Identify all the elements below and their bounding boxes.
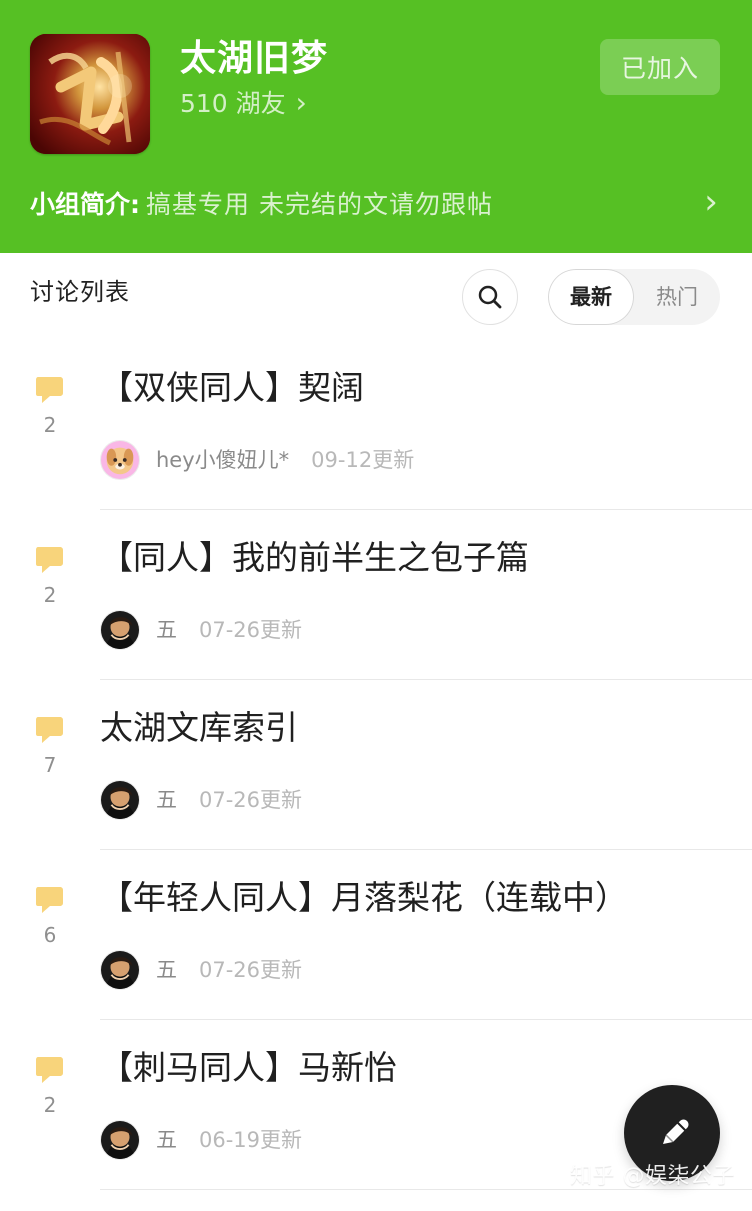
comment-icon [36, 717, 63, 743]
group-header: 太湖旧梦 510 湖友 › 已加入 小组简介: 搞基专用 未完结的文请勿跟帖 › [0, 0, 752, 253]
author-row: hey小傻妞儿* 09-12更新 [100, 440, 414, 480]
group-cover-artwork [30, 34, 150, 154]
sort-tab-hot[interactable]: 热门 [634, 269, 720, 325]
comment-count: 2 [43, 1093, 57, 1117]
author-name[interactable]: 五 [156, 619, 177, 641]
sort-segmented-control: 最新 热门 [548, 269, 720, 325]
author-row: 五 07-26更新 [100, 780, 302, 820]
person-avatar-icon [101, 611, 139, 649]
topic-item[interactable]: 2 【同人】我的前半生之包子篇 五 07-26更新 [0, 510, 752, 680]
joined-button[interactable]: 已加入 [600, 39, 720, 95]
member-count: 510 湖友 [180, 89, 286, 118]
updated-time: 07-26更新 [199, 787, 303, 812]
search-icon [478, 285, 502, 309]
intro-label: 小组简介: [30, 190, 140, 219]
group-intro-row[interactable]: 小组简介: 搞基专用 未完结的文请勿跟帖 › [30, 183, 722, 223]
topic-item[interactable]: 2 【双侠同人】契阔 hey小傻妞儿* 09-12更新 [0, 340, 752, 510]
comment-count: 2 [43, 583, 57, 607]
author-row: 五 07-26更新 [100, 950, 302, 990]
updated-time: 07-26更新 [199, 617, 303, 642]
topic-item[interactable]: 6 【年轻人同人】月落梨花（连载中） 五 07-26更新 [0, 850, 752, 1020]
author-name[interactable]: 五 [156, 959, 177, 981]
comment-count: 7 [43, 753, 57, 777]
source-watermark: 知乎 @娱柒公子 [570, 1164, 735, 1189]
topic-title: 【年轻人同人】月落梨花（连载中） [100, 878, 628, 917]
updated-time: 09-12更新 [311, 447, 415, 472]
comment-icon [36, 547, 63, 573]
author-name[interactable]: 五 [156, 789, 177, 811]
updated-time: 07-26更新 [199, 957, 303, 982]
avatar[interactable] [100, 1120, 140, 1160]
avatar[interactable] [100, 780, 140, 820]
person-avatar-icon [101, 1121, 139, 1159]
chevron-right-icon: › [704, 182, 718, 222]
sort-tab-latest[interactable]: 最新 [548, 269, 634, 325]
comment-count: 2 [43, 413, 57, 437]
discussion-list-title: 讨论列表 [30, 278, 130, 306]
updated-time: 06-19更新 [199, 1127, 303, 1152]
topic-title: 太湖文库索引 [100, 708, 298, 747]
author-row: 五 06-19更新 [100, 1120, 302, 1160]
avatar[interactable] [100, 950, 140, 990]
search-button[interactable] [462, 269, 518, 325]
chevron-right-icon: › [295, 86, 307, 119]
person-avatar-icon [101, 951, 139, 989]
intro-text: 搞基专用 未完结的文请勿跟帖 [146, 190, 493, 219]
person-avatar-icon [101, 781, 139, 819]
dog-avatar-icon [101, 441, 139, 479]
topic-item[interactable]: 7 太湖文库索引 五 07-26更新 [0, 680, 752, 850]
comment-count: 6 [43, 923, 57, 947]
topic-title: 【刺马同人】马新怡 [100, 1048, 397, 1087]
group-page: 太湖旧梦 510 湖友 › 已加入 小组简介: 搞基专用 未完结的文请勿跟帖 ›… [0, 0, 752, 1211]
author-name[interactable]: hey小傻妞儿* [156, 449, 289, 471]
avatar[interactable] [100, 610, 140, 650]
author-row: 五 07-26更新 [100, 610, 302, 650]
topic-list: 2 【双侠同人】契阔 hey小傻妞儿* 09-12更新 2 【同人】我的前半生之… [0, 340, 752, 1200]
comment-icon [36, 887, 63, 913]
group-title: 太湖旧梦 [180, 38, 329, 79]
comment-icon [36, 377, 63, 403]
comment-icon [36, 1057, 63, 1083]
topic-title: 【双侠同人】契阔 [100, 368, 364, 407]
avatar[interactable] [100, 440, 140, 480]
member-count-link[interactable]: 510 湖友 › [180, 89, 307, 119]
author-name[interactable]: 五 [156, 1129, 177, 1151]
topic-title: 【同人】我的前半生之包子篇 [100, 538, 529, 577]
pencil-icon [663, 1119, 689, 1144]
group-cover-image[interactable] [30, 34, 150, 154]
